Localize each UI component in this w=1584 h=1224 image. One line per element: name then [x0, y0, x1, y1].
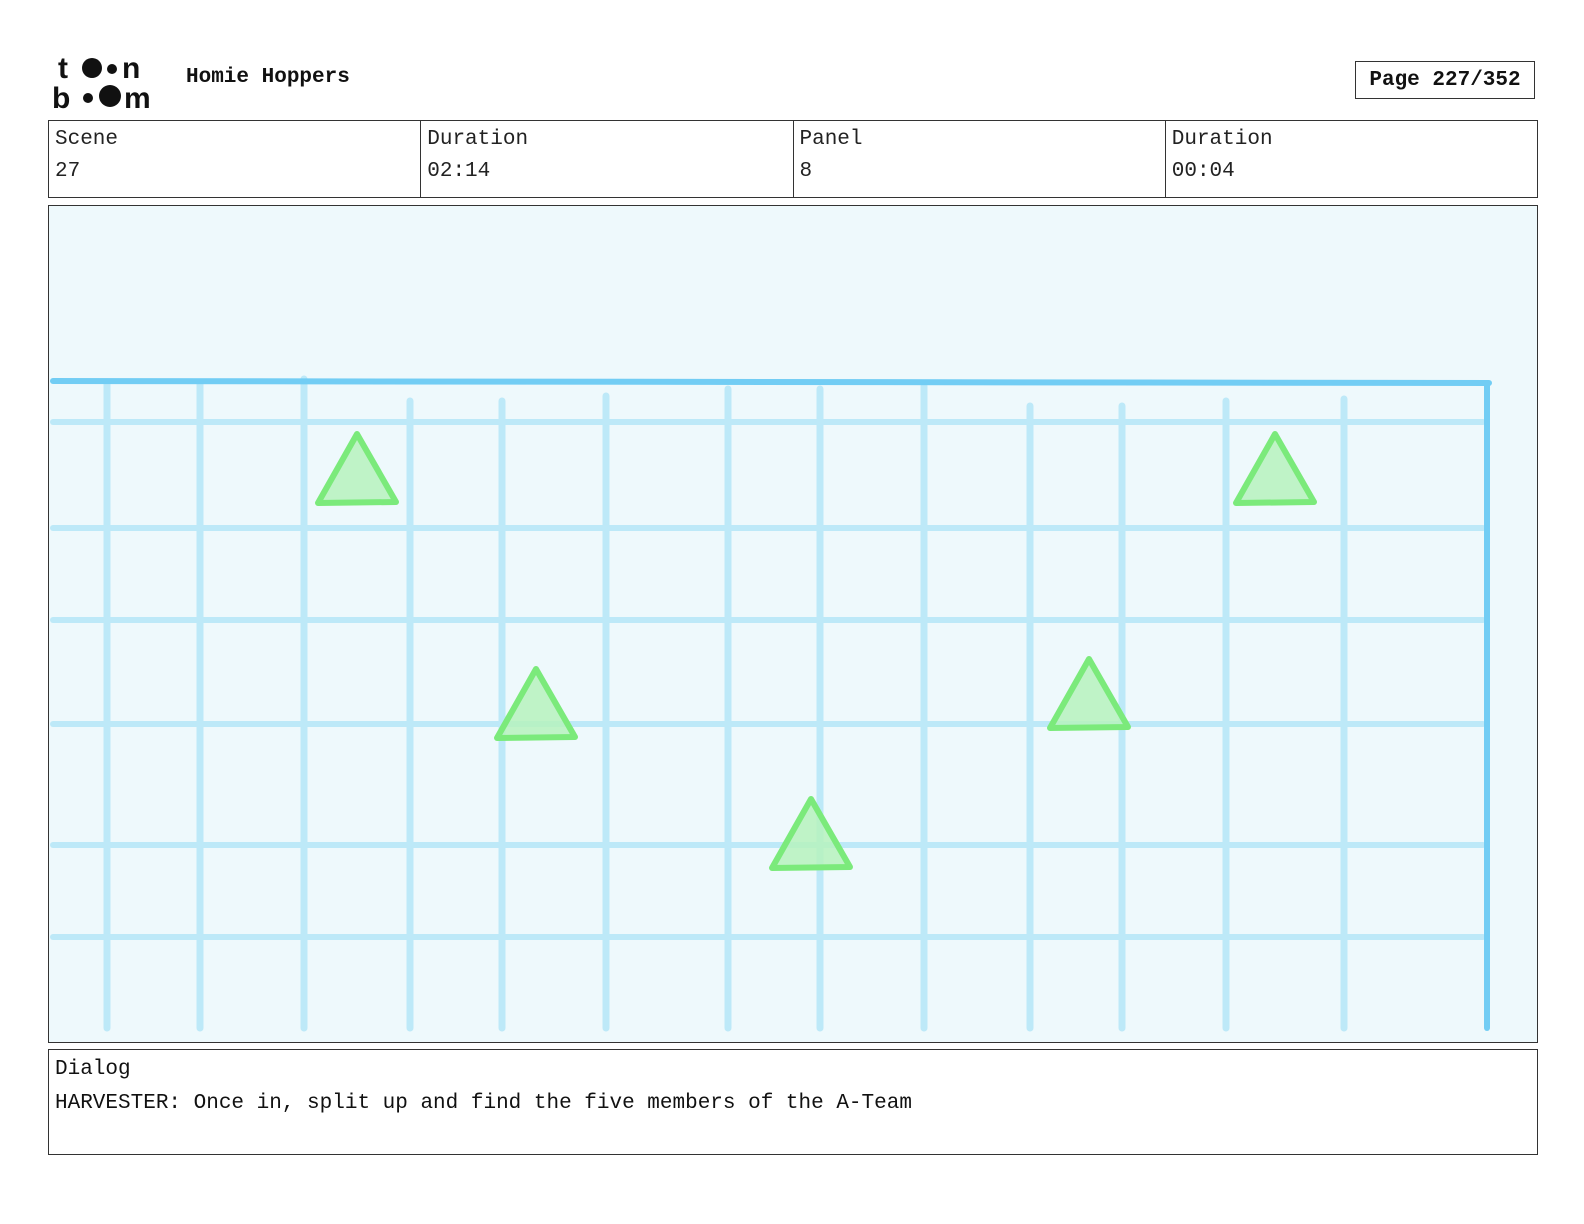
dialog-label: Dialog — [55, 1058, 131, 1081]
panel-value: 8 — [799, 160, 813, 183]
svg-text:b: b — [52, 82, 70, 112]
panel-duration-value: 00:04 — [1171, 160, 1235, 183]
scene-duration-value: 02:14 — [427, 160, 491, 183]
svg-text:n: n — [122, 52, 140, 85]
panel-duration-label: Duration — [1171, 128, 1273, 151]
triangle-marker-icon — [769, 796, 853, 871]
project-title: Homie Hoppers — [186, 66, 350, 89]
panel-duration-cell: Duration 00:04 — [1166, 121, 1537, 197]
triangle-marker-icon — [1233, 431, 1317, 506]
frame-top-line — [50, 378, 1492, 386]
triangle-marker-icon — [494, 666, 578, 741]
triangle-marker-icon — [315, 431, 399, 506]
page-indicator-text: Page 227/352 — [1369, 68, 1521, 92]
scene-cell: Scene 27 — [49, 121, 422, 197]
info-row: Scene 27 Duration 02:14 Panel 8 Duration… — [48, 120, 1538, 198]
scene-value: 27 — [55, 160, 81, 183]
dialog-text: HARVESTER: Once in, split up and find th… — [55, 1092, 912, 1115]
svg-text:m: m — [124, 82, 151, 112]
triangle-marker-icon — [1047, 656, 1131, 731]
scene-label: Scene — [55, 128, 119, 151]
panel-label: Panel — [799, 128, 863, 151]
page-indicator: Page 227/352 — [1355, 61, 1535, 99]
storyboard-panel — [48, 205, 1538, 1043]
dialog-box: Dialog HARVESTER: Once in, split up and … — [48, 1049, 1538, 1155]
panel-drawing — [50, 375, 1492, 1032]
scene-duration-label: Duration — [427, 128, 529, 151]
triangle-markers — [315, 431, 1317, 871]
svg-text:t: t — [58, 52, 68, 85]
panel-cell: Panel 8 — [794, 121, 1166, 197]
scene-duration-cell: Duration 02:14 — [421, 121, 794, 197]
toon-boom-logo: t n b m — [52, 52, 151, 112]
